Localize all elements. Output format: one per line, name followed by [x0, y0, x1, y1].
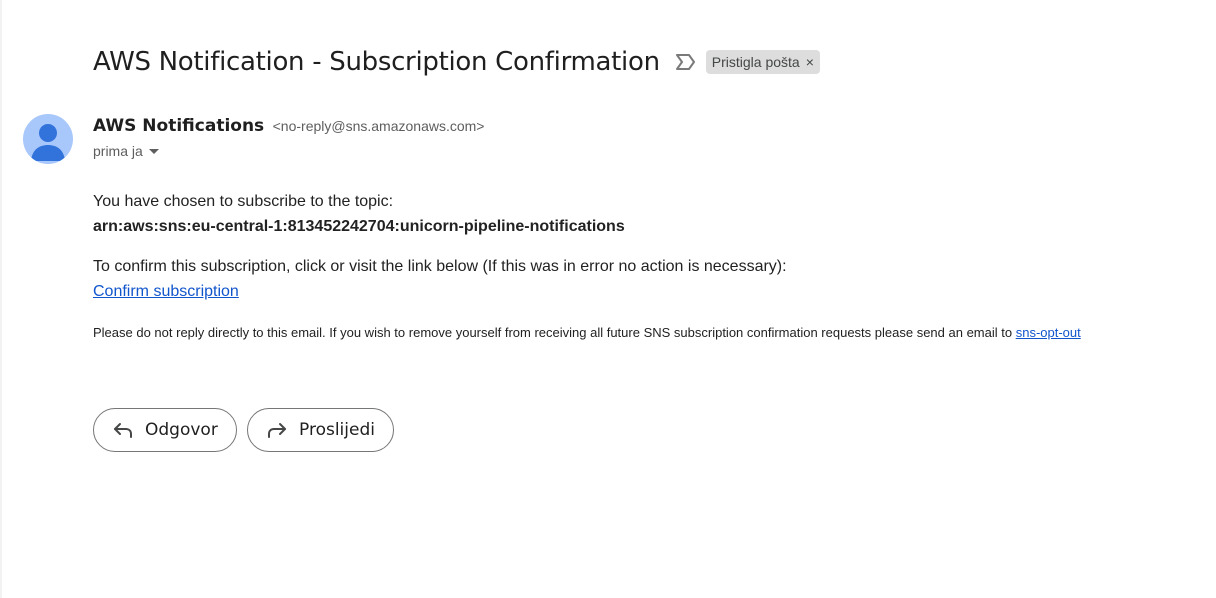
reply-arrow-icon [112, 421, 134, 439]
body-intro: You have chosen to subscribe to the topi… [93, 193, 394, 210]
sns-opt-out-link[interactable]: sns-opt-out [1016, 325, 1081, 340]
confirm-link-row: Confirm subscription [93, 283, 239, 301]
person-avatar-icon [31, 124, 65, 161]
sender-row: AWS Notifications <no-reply@sns.amazonaw… [93, 116, 484, 136]
reply-label: Odgovor [145, 420, 218, 440]
forward-label: Proslijedi [299, 420, 375, 440]
sender-name[interactable]: AWS Notifications [93, 116, 264, 136]
confirm-instruction: To confirm this subscription, click or v… [93, 258, 787, 275]
forward-button[interactable]: Proslijedi [247, 408, 394, 452]
subject-row: AWS Notification - Subscription Confirma… [93, 42, 820, 82]
inbox-label-text: Pristigla pošta [711, 54, 800, 70]
forward-arrow-icon [266, 421, 288, 439]
confirm-subscription-link[interactable]: Confirm subscription [93, 283, 239, 300]
footer-note: Please do not reply directly to this ema… [93, 325, 1081, 340]
sender-avatar[interactable] [23, 114, 73, 164]
left-divider [0, 0, 2, 598]
email-subject: AWS Notification - Subscription Confirma… [93, 47, 660, 77]
remove-label-close-icon[interactable]: × [806, 54, 814, 70]
topic-arn: arn:aws:sns:eu-central-1:813452242704:un… [93, 218, 625, 235]
footer-note-text: Please do not reply directly to this ema… [93, 325, 1016, 340]
email-view: AWS Notification - Subscription Confirma… [0, 0, 1216, 598]
inbox-label-chip[interactable]: Pristigla pošta × [705, 50, 820, 74]
importance-marker-icon[interactable] [674, 53, 696, 71]
recipient-row: prima ja [93, 143, 159, 159]
dropdown-arrow-icon[interactable] [148, 148, 159, 154]
reply-button[interactable]: Odgovor [93, 408, 237, 452]
sender-email: <no-reply@sns.amazonaws.com> [272, 118, 485, 134]
recipient-text: prima ja [93, 143, 143, 159]
